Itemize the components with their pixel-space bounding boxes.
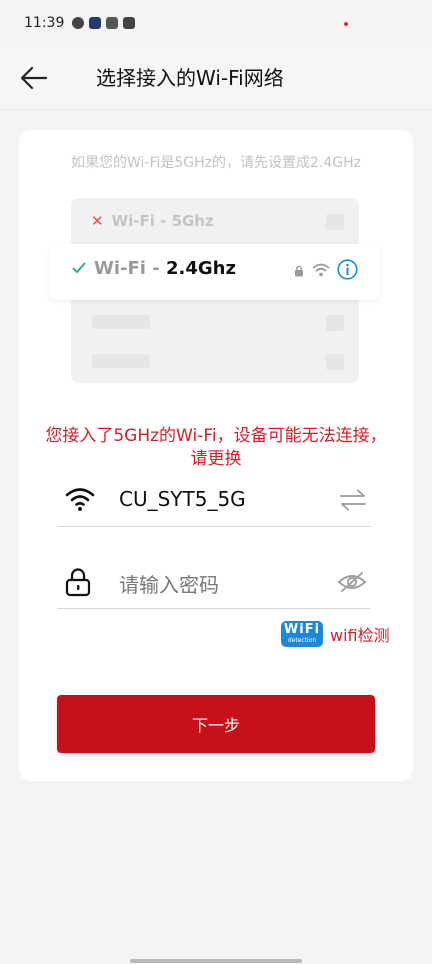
illustration-24ghz-row: Wi-Fi - 2.4Ghz [50,244,380,300]
switch-arrows-icon[interactable] [339,489,367,511]
illustration-24ghz-band: 2.4Ghz [165,258,236,279]
placeholder-bar [92,354,150,368]
app-icon [106,17,119,29]
eye-hidden-icon[interactable] [337,571,367,593]
wifi-badge-subtext: detection [287,637,317,644]
notification-dot [344,22,348,26]
placeholder-box [326,354,344,370]
illustration-5g-band: 5Ghz [171,212,214,230]
wifi-detection-label: wifi检测 [330,626,390,645]
wifi-config-card: 如果您的Wi-Fi是5GHz的，请先设置成2.4GHz ✕ Wi-Fi - 5G… [19,130,413,781]
wifi-detection-badge-icon: WiFi detection [281,621,323,647]
password-field[interactable]: 请输入密码 [57,557,371,609]
home-indicator [130,959,302,963]
illustration-24ghz-prefix: Wi-Fi - [94,258,166,279]
next-button-label: 下一步 [191,716,240,735]
message-icon [123,17,136,29]
illustration-5g-prefix: Wi-Fi - [111,212,172,230]
illustration-5g-row: ✕ Wi-Fi - 5Ghz [91,208,214,234]
band-hint-text: 如果您的Wi-Fi是5GHz的，请先设置成2.4GHz [70,155,362,171]
status-bar: 11:39 [0,0,432,46]
small-lock-icon [295,265,303,277]
status-time: 11:39 [24,15,65,31]
next-button[interactable]: 下一步 [57,695,375,753]
play-store-icon [89,17,102,29]
lock-icon [65,568,91,597]
check-icon [72,262,86,274]
header: 选择接入的Wi-Fi网络 [0,46,432,110]
back-button[interactable] [16,60,52,96]
placeholder-box [326,214,344,230]
info-icon [337,259,358,280]
ssid-value: CU_SYT5_5G [119,487,246,511]
check-circle-icon [72,17,85,29]
ssid-field[interactable]: CU_SYT5_5G [57,475,371,527]
page-title: 选择接入的Wi-Fi网络 [96,66,284,90]
arrow-left-icon [20,66,48,90]
5ghz-warning-text: 您接入了5GHz的Wi-Fi，设备可能无法连接，请更换 [45,426,387,469]
wifi-detection-link[interactable]: WiFi detection wifi检测 [281,621,390,647]
placeholder-box [326,315,344,331]
wifi-icon [65,488,95,511]
cross-icon: ✕ [91,212,104,230]
illustration-24ghz-label: Wi-Fi - 2.4Ghz [94,258,236,279]
small-wifi-icon [312,263,330,277]
wifi-badge-text: WiFi [283,622,321,637]
placeholder-bar [92,315,150,329]
password-placeholder: 请输入密码 [119,573,219,597]
